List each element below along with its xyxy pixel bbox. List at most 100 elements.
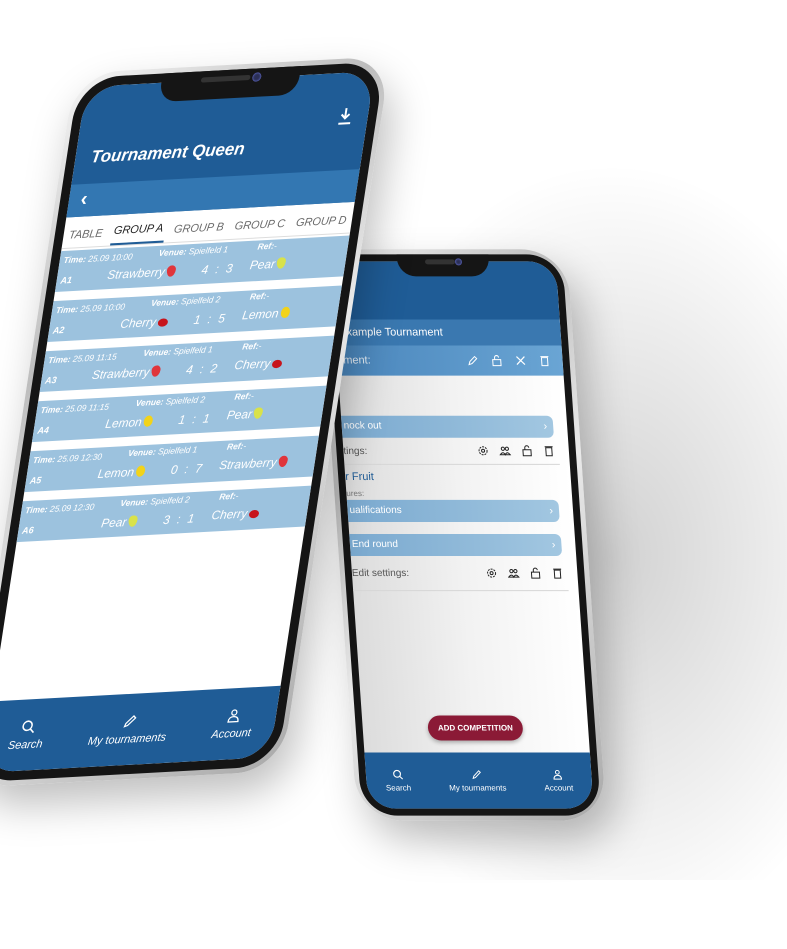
- knockout-item[interactable]: nock out ›: [340, 415, 554, 438]
- lemon-icon: [142, 415, 154, 427]
- gear-icon[interactable]: [485, 567, 498, 579]
- match-ref: Ref:-: [234, 391, 255, 402]
- match-row[interactable]: Time: 25.09 11:15 Venue: Spielfeld 2 Ref:-…: [31, 385, 327, 443]
- gear-icon[interactable]: [477, 445, 490, 457]
- tab-group-a[interactable]: GROUP A: [109, 216, 168, 246]
- time-label: Time:: [47, 353, 72, 366]
- qualifications-item[interactable]: ualifications ›: [346, 499, 560, 522]
- away-score: 7: [194, 461, 206, 476]
- cherry-icon: [157, 318, 169, 327]
- match-id: A1: [59, 274, 73, 286]
- end-round-item[interactable]: End round ›: [349, 533, 563, 557]
- chevron-right-icon: ›: [543, 420, 548, 433]
- home-team-name: Cherry: [119, 314, 158, 332]
- venue-label: Venue:: [142, 346, 172, 359]
- venue-label: Venue:: [150, 296, 180, 309]
- ref-label: Ref:: [249, 290, 268, 302]
- pear-icon: [276, 257, 287, 269]
- match-row[interactable]: Time: 25.09 10:00 Venue: Spielfeld 2 Ref:-…: [47, 285, 342, 343]
- home-team: Lemon: [75, 464, 146, 482]
- venue-label: Venue:: [135, 396, 165, 409]
- match-ref: Ref:-: [242, 340, 263, 351]
- time-value: 25.09 10:00: [87, 251, 134, 264]
- venue-value: Spielfeld 2: [180, 294, 222, 307]
- match-row[interactable]: Time: 25.09 12:30 Venue: Spielfeld 1 Ref:-…: [24, 435, 319, 493]
- strawberry-icon: [150, 365, 162, 377]
- nav-account[interactable]: Account: [211, 706, 255, 741]
- unlock-icon[interactable]: [490, 355, 503, 367]
- users-icon[interactable]: [499, 445, 512, 457]
- nav-label: Account: [210, 726, 252, 742]
- nav-search[interactable]: Search: [385, 769, 412, 793]
- match-venue: Venue: Spielfeld 1: [127, 444, 198, 458]
- nav-label: Search: [385, 783, 412, 793]
- trash-icon[interactable]: [543, 445, 556, 457]
- camera: [251, 72, 262, 82]
- match-ref: Ref:-: [219, 491, 240, 502]
- match-score: 1 : 5: [192, 310, 229, 328]
- phone-secondary: een Example Tournament ament: nock out ›: [317, 249, 607, 821]
- lemon-icon: [279, 306, 291, 319]
- nav-my-tournaments[interactable]: My tournaments: [448, 769, 507, 793]
- match-id: A3: [44, 374, 58, 386]
- bottom-nav: Search My tournaments Account: [364, 752, 594, 809]
- speaker: [200, 74, 251, 83]
- tab-group-c[interactable]: GROUP C: [231, 211, 289, 238]
- trash-icon[interactable]: [538, 355, 551, 367]
- trash-icon[interactable]: [551, 567, 564, 579]
- nav-label: My tournaments: [87, 731, 167, 748]
- bottom-nav: Search My tournaments Account: [0, 685, 281, 773]
- nav-label: Search: [7, 738, 44, 753]
- nav-label: Account: [544, 783, 574, 793]
- app-title: Tournament Queen: [89, 138, 247, 167]
- search-icon: [21, 720, 34, 734]
- users-icon[interactable]: [507, 567, 520, 579]
- tab-table[interactable]: TABLE: [65, 221, 106, 248]
- time-value: 25.09 11:15: [64, 401, 110, 414]
- match-score: 4 : 2: [185, 360, 221, 378]
- unlock-icon[interactable]: [529, 567, 542, 579]
- tab-group-b[interactable]: GROUP B: [170, 215, 227, 242]
- ref-label: Ref:: [233, 390, 252, 402]
- ref-value: -: [257, 340, 263, 351]
- home-team-name: Strawberry: [91, 364, 151, 383]
- away-team-name: Cherry: [210, 506, 249, 523]
- competition-list: nock out › tings: r Fruit ures: ualifica…: [338, 376, 578, 592]
- away-team: Lemon: [241, 306, 291, 322]
- nav-my-tournaments[interactable]: My tournaments: [87, 711, 170, 748]
- match-row[interactable]: Time: 25.09 12:30 Venue: Spielfeld 2 Ref:-…: [16, 485, 312, 543]
- unlock-icon[interactable]: [521, 445, 534, 457]
- ref-value: -: [234, 490, 240, 501]
- home-team: Pear: [67, 514, 139, 532]
- venue-value: Spielfeld 1: [172, 344, 214, 357]
- home-score: 0: [169, 462, 181, 478]
- nav-search[interactable]: Search: [7, 718, 46, 753]
- close-icon[interactable]: [514, 355, 527, 367]
- lemon-icon: [135, 465, 146, 477]
- time-label: Time:: [24, 503, 49, 516]
- match-ref: Ref:-: [257, 240, 278, 251]
- home-team-name: Pear: [100, 514, 128, 531]
- ref-label: Ref:: [256, 240, 275, 252]
- add-competition-button[interactable]: ADD COMPETITION: [427, 715, 524, 741]
- home-score: 1: [177, 412, 189, 428]
- tournament-bar: ament:: [336, 345, 564, 376]
- edit-settings-label: Edit settings:: [351, 567, 410, 579]
- home-team-name: Lemon: [104, 414, 143, 432]
- fixtures-label: ures:: [346, 488, 365, 498]
- strawberry-icon: [165, 265, 177, 277]
- download-icon[interactable]: [337, 107, 354, 126]
- pencil-icon[interactable]: [466, 355, 479, 367]
- match-row[interactable]: Time: 25.09 11:15 Venue: Spielfeld 1 Ref:-…: [39, 335, 335, 393]
- qualifications-label: ualifications: [349, 504, 403, 516]
- end-round-label: End round: [351, 539, 399, 551]
- home-team: Lemon: [82, 414, 154, 432]
- tab-group-d[interactable]: GROUP D: [292, 208, 350, 235]
- phone-bezel: Tournament Queen ‹ TABLE GROUP A GROUP B…: [0, 61, 386, 783]
- match-score: 4 : 3: [200, 260, 236, 278]
- venue-label: Venue:: [127, 446, 157, 459]
- home-score: 3: [162, 512, 173, 528]
- match-time: Time: 25.09 11:15: [40, 401, 110, 415]
- match-score: 1 : 1: [177, 411, 213, 428]
- nav-account[interactable]: Account: [543, 769, 574, 793]
